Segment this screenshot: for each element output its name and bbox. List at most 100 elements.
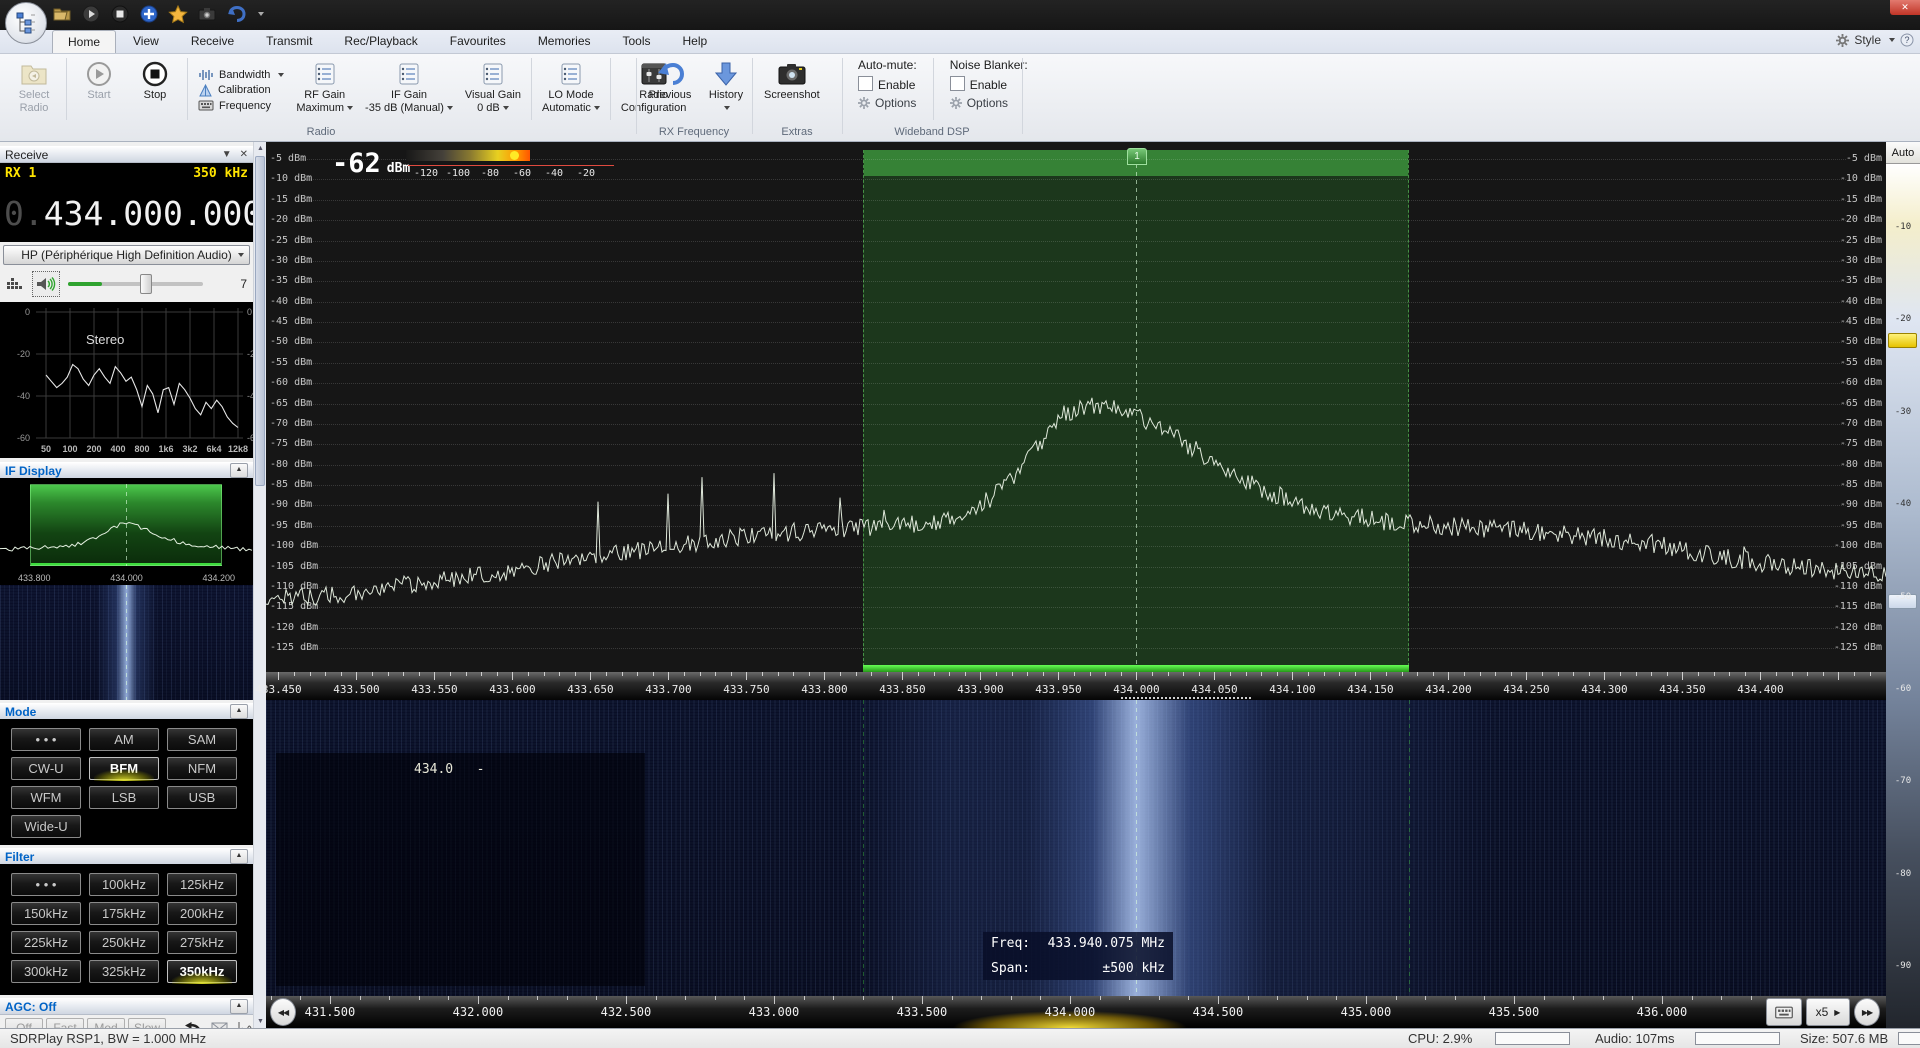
tab-home[interactable]: Home <box>52 30 116 53</box>
tab-view[interactable]: View <box>118 30 174 52</box>
application-menu-button[interactable] <box>5 2 47 44</box>
sine-tool-icon[interactable] <box>238 1021 252 1028</box>
keyboard-entry-button[interactable] <box>1766 998 1802 1026</box>
tab-receive[interactable]: Receive <box>176 30 249 52</box>
previous-button[interactable]: Previous <box>643 56 697 105</box>
mode-button[interactable]: AM <box>89 728 159 751</box>
audio-device-dropdown[interactable]: HP (Périphérique High Definition Audio) <box>3 245 250 265</box>
tab-memories[interactable]: Memories <box>523 30 606 52</box>
palette-marker-dot[interactable] <box>510 151 519 160</box>
camera-icon[interactable] <box>197 4 217 24</box>
undo-icon[interactable] <box>226 4 246 24</box>
scroll-left-button[interactable]: ◀◀ <box>270 998 296 1026</box>
stop-button[interactable]: Stop <box>128 56 182 105</box>
if-waterfall[interactable] <box>0 585 253 700</box>
mode-button[interactable]: SAM <box>167 728 237 751</box>
panel-close-icon[interactable]: ✕ <box>240 149 248 160</box>
noise-blanker-options-button[interactable]: Options <box>950 96 1028 110</box>
favourite-star-icon[interactable] <box>168 4 188 24</box>
waterfall-display[interactable]: 434.0 - Freq:433.940.075 MHz Span:±500 k… <box>266 700 1886 996</box>
spectrum-display[interactable]: 1 -62dBm -5 dBm-5 dBm-10 dBm-10 dBm-15 d… <box>266 142 1886 672</box>
palette-legend-bar[interactable] <box>406 150 530 161</box>
volume-slider[interactable] <box>68 274 203 294</box>
auto-range-button[interactable]: Auto <box>1886 142 1920 164</box>
frequency-button[interactable]: Frequency <box>198 100 284 112</box>
open-folder-icon[interactable] <box>52 4 72 24</box>
lo-mode-button[interactable]: LO ModeAutomatic <box>537 56 605 118</box>
left-panel-scrollbar[interactable]: ▲ ▼ <box>253 142 266 1028</box>
bandwidth-button[interactable]: Bandwidth <box>198 69 284 81</box>
group-caption-extras: Extras <box>752 126 842 138</box>
agc-off-button[interactable]: Off <box>5 1018 43 1028</box>
mode-button[interactable]: LSB <box>89 786 159 809</box>
range-gradient[interactable]: -10-20-30-40-50-60-70-80-90 <box>1886 164 1920 1028</box>
style-menu[interactable]: Style ? <box>1836 33 1914 47</box>
collapse-panel-button[interactable]: ▲ <box>230 463 248 478</box>
tab-tools[interactable]: Tools <box>608 30 666 52</box>
tab-rec-playback[interactable]: Rec/Playback <box>329 30 432 52</box>
rx-marker-1[interactable]: 1 <box>1127 148 1147 165</box>
agc-med-button[interactable]: Med <box>87 1018 125 1028</box>
mode-button[interactable]: CW-U <box>11 757 81 780</box>
filter-button[interactable]: 150kHz <box>11 902 81 925</box>
speaker-mute-button[interactable] <box>32 271 60 297</box>
help-icon[interactable]: ? <box>1900 33 1914 47</box>
noise-blanker-enable-checkbox[interactable]: Enable <box>950 76 1028 92</box>
panel-menu-caret-icon[interactable]: ▼ <box>222 149 232 160</box>
tab-help[interactable]: Help <box>668 30 723 52</box>
style-label[interactable]: Style <box>1854 33 1881 47</box>
visual-gain-button[interactable]: Visual Gain0 dB <box>460 56 526 118</box>
mode-button[interactable]: • • • <box>11 728 81 751</box>
range-tick-label: -60 <box>1886 684 1920 694</box>
zoom-button[interactable]: x5▶ <box>1806 998 1850 1026</box>
add-icon[interactable] <box>139 4 159 24</box>
stop-icon[interactable] <box>110 4 130 24</box>
filter-button[interactable]: 125kHz <box>167 873 237 896</box>
filter-button[interactable]: 100kHz <box>89 873 159 896</box>
mode-button[interactable]: Wide-U <box>11 815 81 838</box>
nav-tick <box>715 996 716 1000</box>
tab-favourites[interactable]: Favourites <box>435 30 521 52</box>
auto-mute-enable-checkbox[interactable]: Enable <box>858 76 917 92</box>
filter-button[interactable]: 325kHz <box>89 960 159 983</box>
filter-button[interactable]: 350kHz <box>167 960 237 983</box>
collapse-panel-button[interactable]: ▲ <box>230 849 248 864</box>
scrollbar-thumb[interactable] <box>255 156 265 486</box>
frequency-display[interactable]: 0.434.000.000 <box>0 184 253 242</box>
filter-button[interactable]: 275kHz <box>167 931 237 954</box>
scroll-right-button[interactable]: ▶▶ <box>1854 998 1880 1026</box>
if-display-panel[interactable]: 433.800434.000434.200 <box>0 478 253 585</box>
play-icon[interactable] <box>81 4 101 24</box>
range-high-handle[interactable] <box>1888 333 1917 348</box>
history-button[interactable]: History <box>699 56 753 118</box>
calibration-button[interactable]: Calibration <box>198 84 284 97</box>
filter-button[interactable]: 250kHz <box>89 931 159 954</box>
rf-gain-button[interactable]: RF GainMaximum <box>291 56 358 118</box>
select-radio-button[interactable]: SelectRadio <box>7 56 61 118</box>
collapse-panel-button[interactable]: ▲ <box>230 704 248 719</box>
if-gain-button[interactable]: IF Gain-35 dB (Manual) <box>360 56 458 118</box>
mode-button[interactable]: NFM <box>167 757 237 780</box>
screenshot-button[interactable]: Screenshot <box>759 56 825 105</box>
filter-bandwidth-bar[interactable] <box>863 665 1409 672</box>
tab-transmit[interactable]: Transmit <box>251 30 327 52</box>
filter-button[interactable]: 225kHz <box>11 931 81 954</box>
filter-button[interactable]: 300kHz <box>11 960 81 983</box>
mode-button[interactable]: BFM <box>89 757 159 780</box>
equalizer-icon[interactable] <box>6 276 24 292</box>
agc-slow-button[interactable]: Slow <box>128 1018 166 1028</box>
filter-button[interactable]: • • • <box>11 873 81 896</box>
spectrum-frequency-axis[interactable]: 433.450433.500433.550433.600433.650433.7… <box>266 672 1886 700</box>
volume-slider-thumb[interactable] <box>140 274 152 294</box>
mode-button[interactable]: WFM <box>11 786 81 809</box>
window-close-button[interactable]: ✕ <box>1890 0 1920 15</box>
filter-button[interactable]: 175kHz <box>89 902 159 925</box>
auto-mute-options-button[interactable]: Options <box>858 96 917 110</box>
band-navigation-bar[interactable]: ◀◀ x5▶ ▶▶ 431.500432.000432.500433.00043… <box>266 996 1886 1028</box>
agc-fast-button[interactable]: Fast <box>46 1018 84 1028</box>
qat-customize-caret[interactable] <box>258 12 264 16</box>
start-button[interactable]: Start <box>72 56 126 105</box>
collapse-panel-button[interactable]: ▲ <box>230 999 248 1014</box>
filter-button[interactable]: 200kHz <box>167 902 237 925</box>
mode-button[interactable]: USB <box>167 786 237 809</box>
